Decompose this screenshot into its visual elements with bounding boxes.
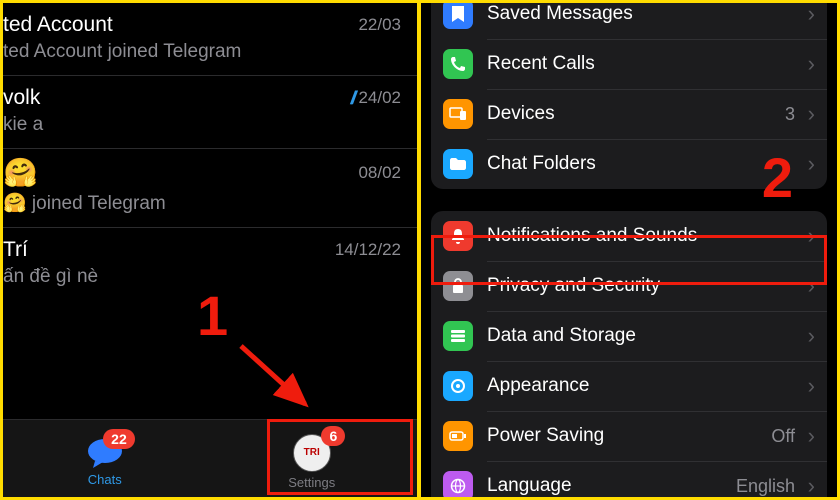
chat-row[interactable]: Trí 14/12/22 ấn đề gì nè [3, 228, 417, 300]
chevron-right-icon: › [808, 223, 815, 249]
row-label: Privacy and Security [487, 275, 660, 297]
bell-icon [443, 221, 473, 251]
row-trailing: 3 [785, 104, 795, 125]
tab-label: Settings [288, 475, 335, 490]
row-appearance[interactable]: Appearance › [431, 361, 827, 411]
chevron-right-icon: › [808, 373, 815, 399]
row-label: Language [487, 475, 572, 497]
row-power-saving[interactable]: Power Saving Off › [431, 411, 827, 461]
chat-row[interactable]: 🤗 08/02 🤗 joined Telegram [3, 149, 417, 228]
row-label: Data and Storage [487, 325, 636, 347]
chevron-right-icon: › [808, 473, 815, 497]
tab-chats[interactable]: 22 Chats [57, 433, 153, 491]
row-label: Notifications and Sounds [487, 225, 697, 247]
row-saved-messages[interactable]: Saved Messages › [431, 3, 827, 39]
chat-date: 08/02 [358, 163, 401, 183]
row-trailing: Off [771, 426, 795, 447]
battery-icon [443, 421, 473, 451]
tab-bar: 22 Chats TRI 6 Settings [3, 419, 417, 497]
chat-date: // 24/02 [350, 88, 401, 109]
row-privacy-security[interactable]: Privacy and Security › [431, 261, 827, 311]
row-notifications[interactable]: Notifications and Sounds › [431, 211, 827, 261]
row-label: Chat Folders [487, 153, 596, 175]
row-label: Recent Calls [487, 53, 595, 75]
chat-title: Trí [3, 238, 28, 262]
row-label: Devices [487, 103, 555, 125]
phone-icon [443, 49, 473, 79]
chat-row[interactable]: volk // 24/02 kie a [3, 76, 417, 149]
chat-date: 14/12/22 [335, 240, 401, 260]
chat-date: 22/03 [358, 15, 401, 35]
chevron-right-icon: › [808, 101, 815, 127]
row-devices[interactable]: Devices 3 › [431, 89, 827, 139]
chevron-right-icon: › [808, 3, 815, 27]
chat-subtitle: ấn đề gì nè [3, 266, 401, 288]
read-checks-icon: // [350, 88, 352, 109]
chevron-right-icon: › [808, 51, 815, 77]
chevron-right-icon: › [808, 423, 815, 449]
row-language[interactable]: Language English › [431, 461, 827, 497]
chat-row[interactable]: ted Account 22/03 ted Account joined Tel… [3, 3, 417, 76]
chat-subtitle: ted Account joined Telegram [3, 41, 401, 63]
data-icon [443, 321, 473, 351]
chat-title: ted Account [3, 13, 113, 37]
row-label: Appearance [487, 375, 589, 397]
chats-badge: 22 [103, 429, 135, 449]
settings-group: Notifications and Sounds › Privacy and S… [431, 211, 827, 497]
chevron-right-icon: › [808, 323, 815, 349]
row-label: Power Saving [487, 425, 604, 447]
bookmark-icon [443, 3, 473, 29]
settings-group: Saved Messages › Recent Calls › Devices … [431, 3, 827, 189]
devices-icon [443, 99, 473, 129]
settings-panel: Saved Messages › Recent Calls › Devices … [421, 3, 837, 497]
row-recent-calls[interactable]: Recent Calls › [431, 39, 827, 89]
tab-settings[interactable]: TRI 6 Settings [260, 430, 363, 494]
globe-icon [443, 471, 473, 497]
chat-subtitle: kie a [3, 114, 401, 136]
chat-avatar-emoji: 🤗 [3, 159, 38, 187]
row-chat-folders[interactable]: Chat Folders › [431, 139, 827, 189]
chat-title: volk [3, 86, 40, 110]
row-trailing: English [736, 476, 795, 497]
row-label: Saved Messages [487, 3, 633, 25]
chat-list-panel: ted Account 22/03 ted Account joined Tel… [3, 3, 417, 497]
tab-label: Chats [88, 472, 122, 487]
lock-icon [443, 271, 473, 301]
chat-subtitle: 🤗 joined Telegram [3, 191, 401, 215]
row-data-storage[interactable]: Data and Storage › [431, 311, 827, 361]
annotation-arrow-icon [233, 338, 323, 418]
appearance-icon [443, 371, 473, 401]
chevron-right-icon: › [808, 151, 815, 177]
settings-badge: 6 [321, 426, 345, 446]
chevron-right-icon: › [808, 273, 815, 299]
folder-icon [443, 149, 473, 179]
